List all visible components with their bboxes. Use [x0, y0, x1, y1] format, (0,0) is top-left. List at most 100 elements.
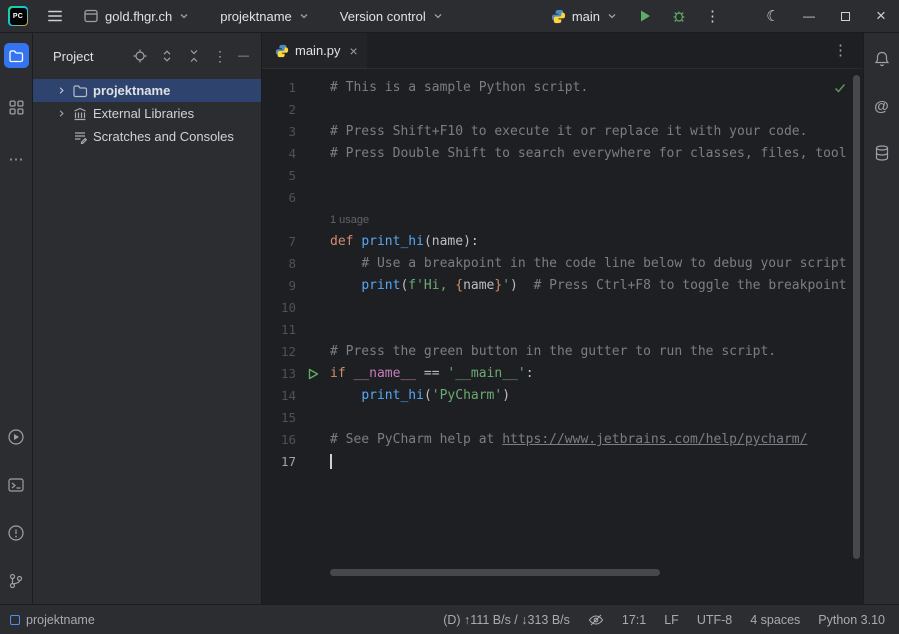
line-number: 7	[262, 231, 296, 253]
gutter-space	[296, 407, 330, 429]
chevron-right-icon	[56, 108, 67, 119]
code-line[interactable]: 2	[262, 99, 863, 121]
library-icon	[72, 106, 88, 122]
status-bar: projektname (D) ↑111 B/s / ↓313 B/s 17:1…	[0, 604, 899, 634]
expand-all-icon	[159, 48, 175, 64]
folder-icon	[72, 83, 88, 99]
line-number: 13	[262, 363, 296, 385]
python-file-icon	[275, 44, 289, 58]
notifications-button[interactable]	[868, 46, 896, 72]
module-switcher[interactable]: projektname	[214, 3, 316, 29]
main-menu-button[interactable]	[41, 3, 69, 29]
code-editor[interactable]: 1# This is a sample Python script.23# Pr…	[262, 69, 863, 604]
code-line[interactable]: 16# See PyCharm help at https://www.jetb…	[262, 429, 863, 451]
pycharm-logo: PC	[8, 6, 28, 26]
line-number	[262, 209, 296, 231]
minimize-icon: —	[803, 9, 815, 23]
tree-item-scratches-and-consoles[interactable]: Scratches and Consoles	[33, 125, 261, 148]
line-number: 11	[262, 319, 296, 341]
project-switcher[interactable]: gold.fhgr.ch	[77, 3, 196, 29]
code-line[interactable]: 14 print_hi('PyCharm')	[262, 385, 863, 407]
eye-off-icon	[588, 612, 604, 628]
tree-item-label: External Libraries	[93, 106, 194, 121]
tab-main-py[interactable]: main.py ×	[262, 33, 367, 69]
line-number: 14	[262, 385, 296, 407]
statusbar-module-widget[interactable]: projektname	[10, 613, 95, 627]
code-text: def print_hi(name):	[330, 231, 863, 253]
more-actions-button[interactable]: ⋮	[700, 3, 725, 29]
run-configuration-label: main	[572, 9, 600, 24]
version-control-toolwindow-button[interactable]	[2, 568, 30, 594]
structure-icon	[8, 99, 25, 116]
structure-toolwindow-button[interactable]	[3, 94, 30, 120]
code-line[interactable]: 5	[262, 165, 863, 187]
code-line[interactable]: 6	[262, 187, 863, 209]
code-line[interactable]: 1 usage	[262, 209, 863, 231]
tree-item-label: Scratches and Consoles	[93, 129, 234, 144]
caret-position-widget[interactable]: 17:1	[622, 613, 646, 627]
theme-toggle-button[interactable]: ☾	[755, 0, 791, 33]
editor-area: main.py × ⋮ 1# This is a sample Python s…	[262, 33, 863, 604]
chevron-right-icon	[56, 85, 67, 96]
chevron-down-icon	[432, 10, 444, 22]
database-toolwindow-button[interactable]	[868, 140, 896, 166]
run-icon	[637, 8, 653, 24]
code-line[interactable]: 9 print(f'Hi, {name}') # Press Ctrl+F8 t…	[262, 275, 863, 297]
inspections-ok-icon[interactable]	[833, 81, 847, 95]
ai-assistant-button[interactable]: @	[869, 93, 894, 119]
highlighting-level-button[interactable]	[588, 612, 604, 628]
project-options-button[interactable]: ⋮	[213, 43, 227, 69]
kebab-icon: ⋮	[705, 9, 720, 24]
horizontal-scrollbar[interactable]	[330, 569, 660, 576]
more-toolwindows-button[interactable]: ⋯	[4, 146, 29, 172]
project-toolwindow-button[interactable]	[4, 43, 29, 68]
indent-widget[interactable]: 4 spaces	[750, 613, 800, 627]
code-line[interactable]: 3# Press Shift+F10 to execute it or repl…	[262, 121, 863, 143]
usages-inlay-hint[interactable]: 1 usage	[330, 214, 369, 226]
close-button[interactable]: ×	[863, 0, 899, 33]
network-stats-widget[interactable]: (D) ↑111 B/s / ↓313 B/s	[443, 613, 570, 627]
run-toolwindow-button[interactable]	[2, 424, 30, 450]
code-line[interactable]: 1# This is a sample Python script.	[262, 77, 863, 99]
interpreter-widget[interactable]: Python 3.10	[818, 613, 885, 627]
code-text	[330, 99, 863, 121]
terminal-toolwindow-button[interactable]	[2, 472, 30, 498]
run-button[interactable]	[632, 3, 658, 29]
editor-options-button[interactable]: ⋮	[828, 38, 853, 64]
project-tree: projektname External Libraries Scratches…	[33, 79, 261, 148]
hide-toolwindow-button[interactable]: —	[238, 43, 249, 69]
target-icon	[132, 48, 148, 64]
run-configuration-selector[interactable]: main	[545, 3, 624, 29]
run-gutter-icon[interactable]	[296, 363, 330, 385]
expand-all-button[interactable]	[159, 43, 175, 69]
code-line[interactable]: 8 # Use a breakpoint in the code line be…	[262, 253, 863, 275]
python-logo-icon	[551, 9, 566, 24]
code-line[interactable]: 15	[262, 407, 863, 429]
code-line[interactable]: 7 def print_hi(name):	[262, 231, 863, 253]
gutter-space	[296, 99, 330, 121]
tab-close-icon[interactable]: ×	[350, 43, 358, 59]
code-line[interactable]: 12# Press the green button in the gutter…	[262, 341, 863, 363]
debug-button[interactable]	[666, 3, 692, 29]
minimize-button[interactable]: —	[791, 0, 827, 33]
line-separator-widget[interactable]: LF	[664, 613, 679, 627]
tree-item-projektname[interactable]: projektname	[33, 79, 261, 102]
code-line[interactable]: 13if __name__ == '__main__':	[262, 363, 863, 385]
code-line[interactable]: 11	[262, 319, 863, 341]
encoding-widget[interactable]: UTF-8	[697, 613, 732, 627]
project-toolwindow-header: Project ⋮ —	[33, 33, 261, 79]
gutter-space	[296, 231, 330, 253]
bug-icon	[671, 8, 687, 24]
code-line[interactable]: 10	[262, 297, 863, 319]
select-opened-file-button[interactable]	[132, 43, 148, 69]
code-line[interactable]: 4# Press Double Shift to search everywhe…	[262, 143, 863, 165]
code-line[interactable]: 17	[262, 451, 863, 473]
vcs-widget[interactable]: Version control	[334, 3, 450, 29]
collapse-all-button[interactable]	[186, 43, 202, 69]
maximize-button[interactable]	[827, 0, 863, 33]
problems-toolwindow-button[interactable]	[2, 520, 30, 546]
titlebar-right-group: main ⋮ ☾ — ×	[545, 0, 899, 33]
vcs-widget-label: Version control	[340, 9, 426, 24]
tree-item-external-libraries[interactable]: External Libraries	[33, 102, 261, 125]
vertical-scrollbar[interactable]	[853, 75, 860, 559]
